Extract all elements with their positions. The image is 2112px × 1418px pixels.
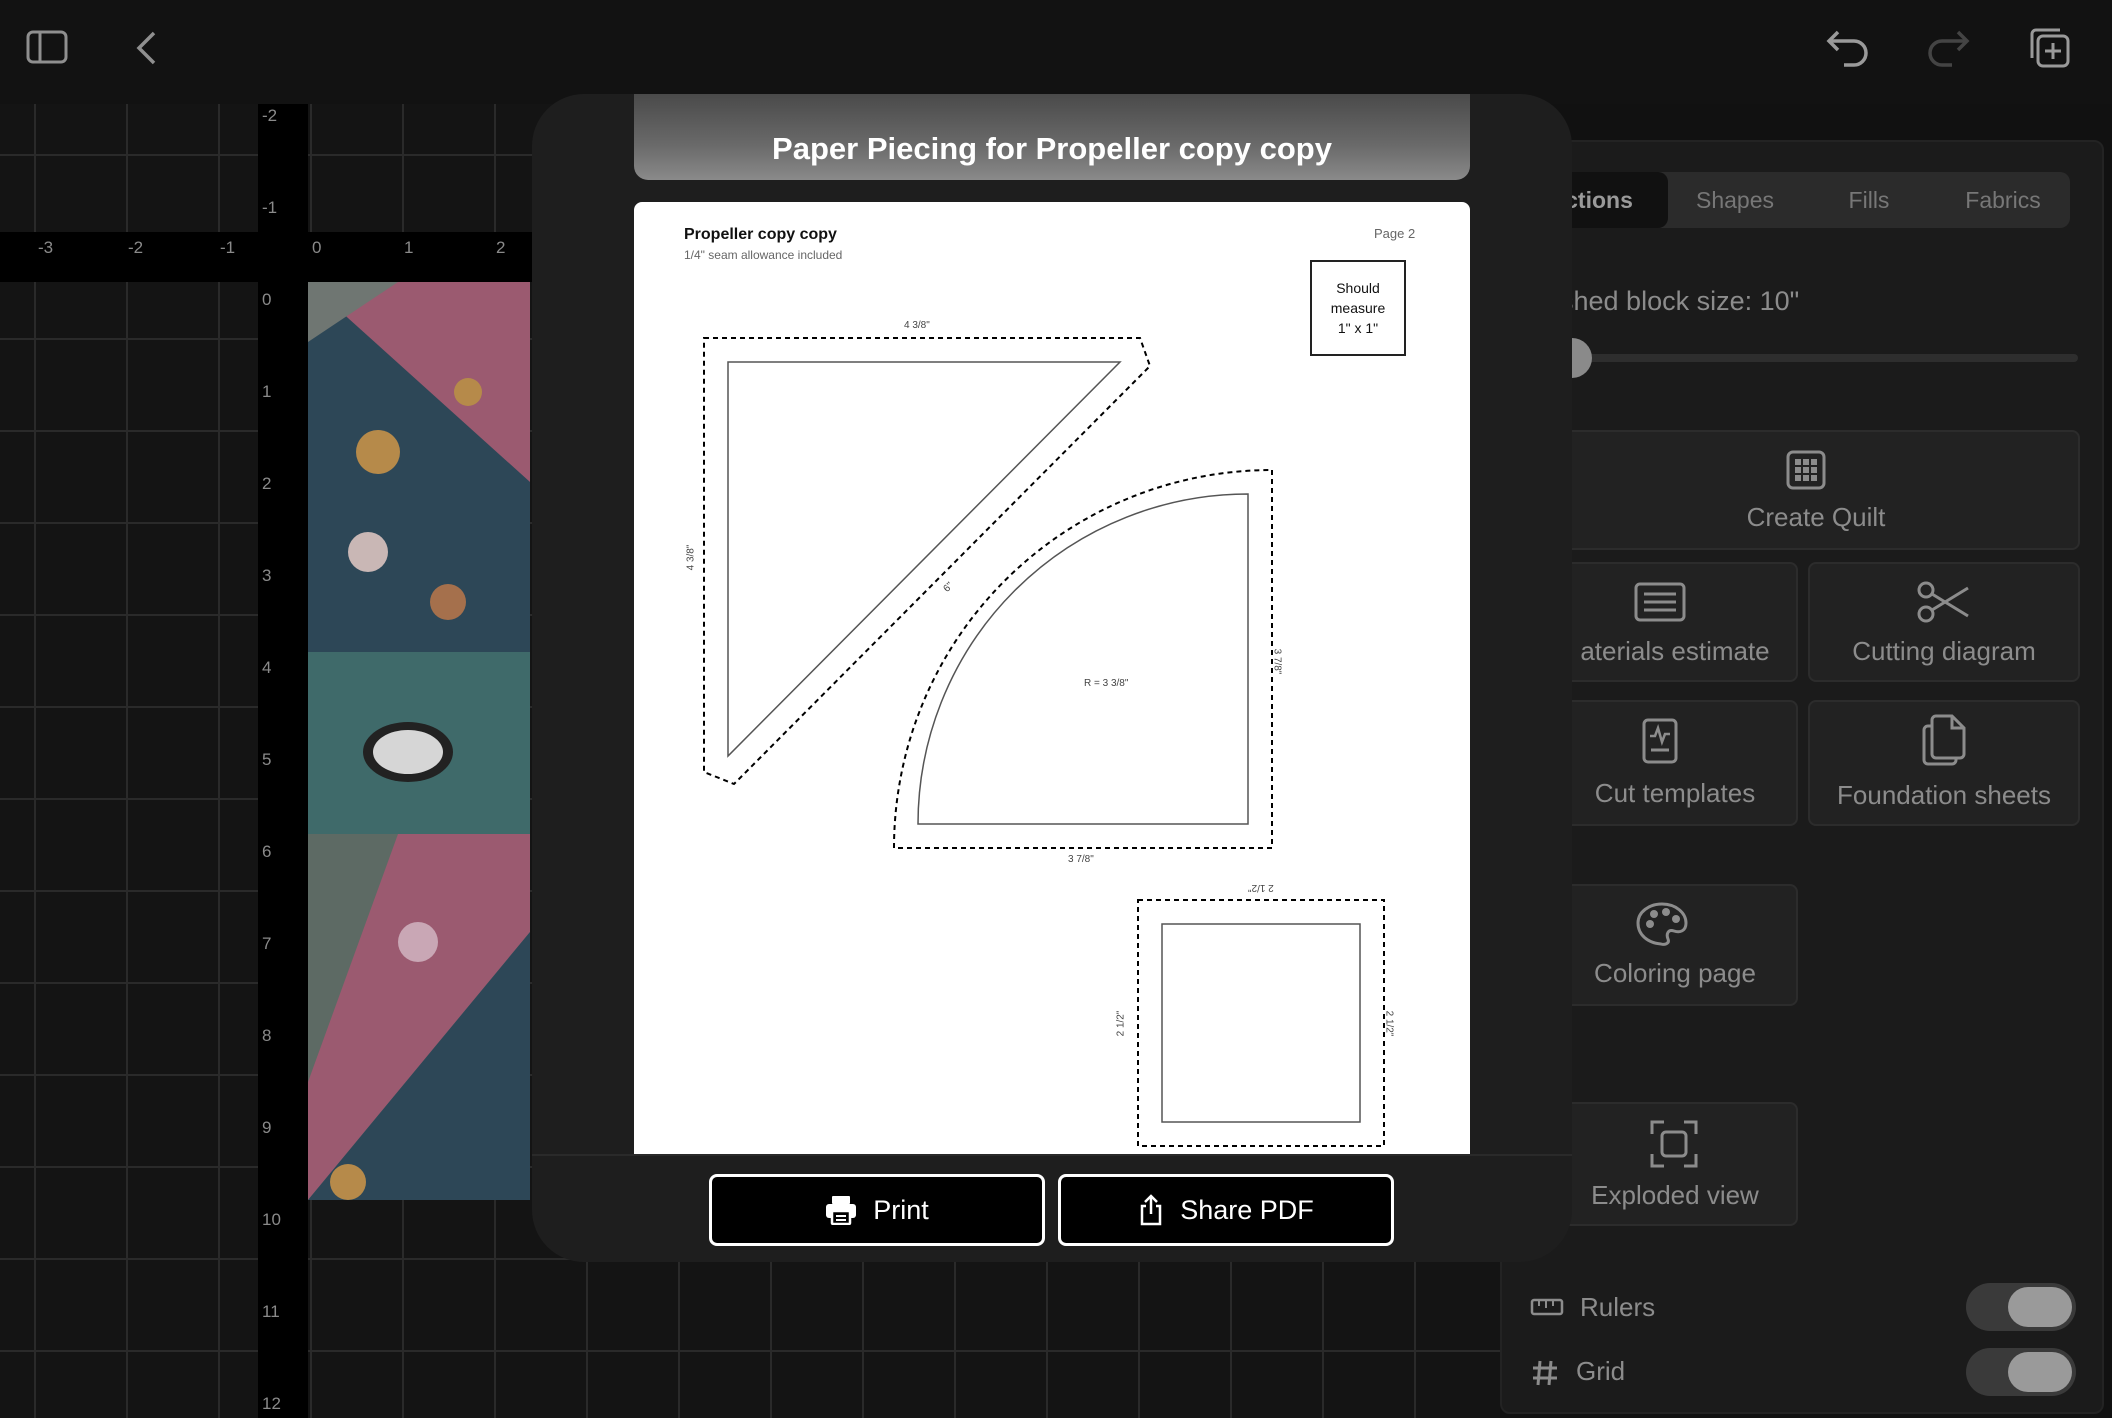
scissors-icon xyxy=(1917,581,1969,623)
exploded-view-button[interactable]: Exploded view xyxy=(1552,1102,1798,1226)
hash-icon xyxy=(1533,1360,1557,1386)
dimension-label: 3 7/8" xyxy=(1068,854,1094,865)
foundation-sheets-label: Foundation sheets xyxy=(1837,780,2051,810)
undo-icon[interactable] xyxy=(1826,28,1870,68)
block-size-slider[interactable] xyxy=(1560,354,2078,362)
sidebar-icon[interactable] xyxy=(26,30,68,64)
ruler-label: 3 xyxy=(262,566,272,585)
documents-icon xyxy=(1922,714,1966,766)
cutting-diagram-label: Cutting diagram xyxy=(1852,636,2036,666)
quilt-fabric-image xyxy=(308,282,530,1200)
modal-title: Paper Piecing for Propeller copy copy xyxy=(634,94,1470,180)
ruler-label: 8 xyxy=(262,1026,272,1045)
share-pdf-label: Share PDF xyxy=(1180,1194,1314,1225)
vertical-ruler: -2 -1 0 1 2 3 4 5 6 7 8 9 10 11 12 xyxy=(258,104,308,1418)
print-button[interactable]: Print xyxy=(709,1174,1045,1246)
coloring-page-button[interactable]: Coloring page xyxy=(1552,884,1798,1006)
top-toolbar xyxy=(0,0,2112,104)
ruler-icon xyxy=(1530,1298,1564,1316)
ruler-label: 6 xyxy=(262,842,272,861)
ruler-label: 1 xyxy=(262,382,272,401)
rulers-toggle[interactable] xyxy=(1966,1283,2076,1331)
dimension-label: 3 7/8" xyxy=(1271,648,1283,675)
redo-icon[interactable] xyxy=(1926,28,1970,68)
cut-templates-button[interactable]: Cut templates xyxy=(1552,700,1798,826)
quilt-block-preview[interactable] xyxy=(308,282,530,1200)
dimension-label: 2 1/2" xyxy=(1383,1010,1395,1037)
exploded-view-label: Exploded view xyxy=(1591,1180,1759,1210)
ruler-label: -2 xyxy=(262,106,278,125)
ruler-label: 1 xyxy=(404,238,414,257)
list-icon xyxy=(1634,582,1686,622)
ruler-label: -1 xyxy=(220,238,236,257)
ruler-label: -3 xyxy=(38,238,54,257)
ruler-label: 9 xyxy=(262,1118,272,1137)
exploded-view-icon xyxy=(1650,1120,1698,1168)
modal-footer-divider xyxy=(532,1154,1572,1156)
ruler-label: 4 xyxy=(262,658,272,677)
ruler-label: 12 xyxy=(262,1394,281,1413)
arc-seam-outline xyxy=(892,468,1273,849)
tab-shapes[interactable]: Shapes xyxy=(1668,172,1802,228)
palette-icon xyxy=(1636,902,1688,946)
grid-toggle[interactable] xyxy=(1966,1348,2076,1396)
create-quilt-label: Create Quilt xyxy=(1746,502,1886,532)
ruler-label: -2 xyxy=(128,238,144,257)
grid-toggle-label: Grid xyxy=(1576,1356,1626,1386)
coloring-page-label: Coloring page xyxy=(1594,958,1756,988)
printer-icon xyxy=(826,1196,857,1225)
triangle-template xyxy=(727,361,1122,758)
ruler-label: 0 xyxy=(262,290,272,309)
ruler-label: 2 xyxy=(496,238,506,257)
duplicate-icon[interactable] xyxy=(2028,26,2072,70)
pdf-page-preview[interactable]: Propeller copy copy 1/4" seam allowance … xyxy=(634,202,1470,1154)
tab-fabrics[interactable]: Fabrics xyxy=(1936,172,2070,228)
materials-estimate-label: aterials estimate xyxy=(1580,636,1770,666)
ruler-label: 10 xyxy=(262,1210,281,1229)
create-quilt-button[interactable]: Create Quilt xyxy=(1552,430,2080,550)
arc-template xyxy=(917,493,1249,825)
dimension-label: 2 1/2" xyxy=(1115,1010,1127,1037)
foundation-sheets-button[interactable]: Foundation sheets xyxy=(1808,700,2080,826)
square-seam-outline xyxy=(1137,899,1385,1147)
ruler-label: 11 xyxy=(262,1302,280,1321)
template-shapes xyxy=(703,337,1385,1147)
ruler-label: 2 xyxy=(262,474,272,493)
ruler-label: 0 xyxy=(312,238,322,257)
share-icon xyxy=(1140,1194,1162,1226)
ruler-label: -1 xyxy=(262,198,278,217)
print-label: Print xyxy=(873,1194,929,1225)
tab-fills[interactable]: Fills xyxy=(1802,172,1936,228)
square-template xyxy=(1161,923,1361,1123)
cutting-diagram-button[interactable]: Cutting diagram xyxy=(1808,562,2080,682)
rulers-toggle-label: Rulers xyxy=(1580,1292,1656,1322)
materials-estimate-button[interactable]: aterials estimate xyxy=(1552,562,1798,682)
chevron-left-icon[interactable] xyxy=(134,30,158,66)
ruler-label: 7 xyxy=(262,934,272,953)
dimension-label: 4 3/8" xyxy=(904,320,930,331)
grid-icon xyxy=(1786,450,1826,490)
dimension-label: 2 1/2" xyxy=(1248,882,1274,893)
dimension-label: 4 3/8" xyxy=(685,544,697,571)
dimension-label: R = 3 3/8" xyxy=(1084,678,1129,689)
cut-templates-label: Cut templates xyxy=(1594,778,1756,808)
triangle-seam-outline xyxy=(703,337,1152,786)
template-document-icon xyxy=(1642,718,1678,764)
block-size-label: shed block size: 10" xyxy=(1560,286,1800,316)
share-pdf-button[interactable]: Share PDF xyxy=(1058,1174,1394,1246)
ruler-label: 5 xyxy=(262,750,272,769)
